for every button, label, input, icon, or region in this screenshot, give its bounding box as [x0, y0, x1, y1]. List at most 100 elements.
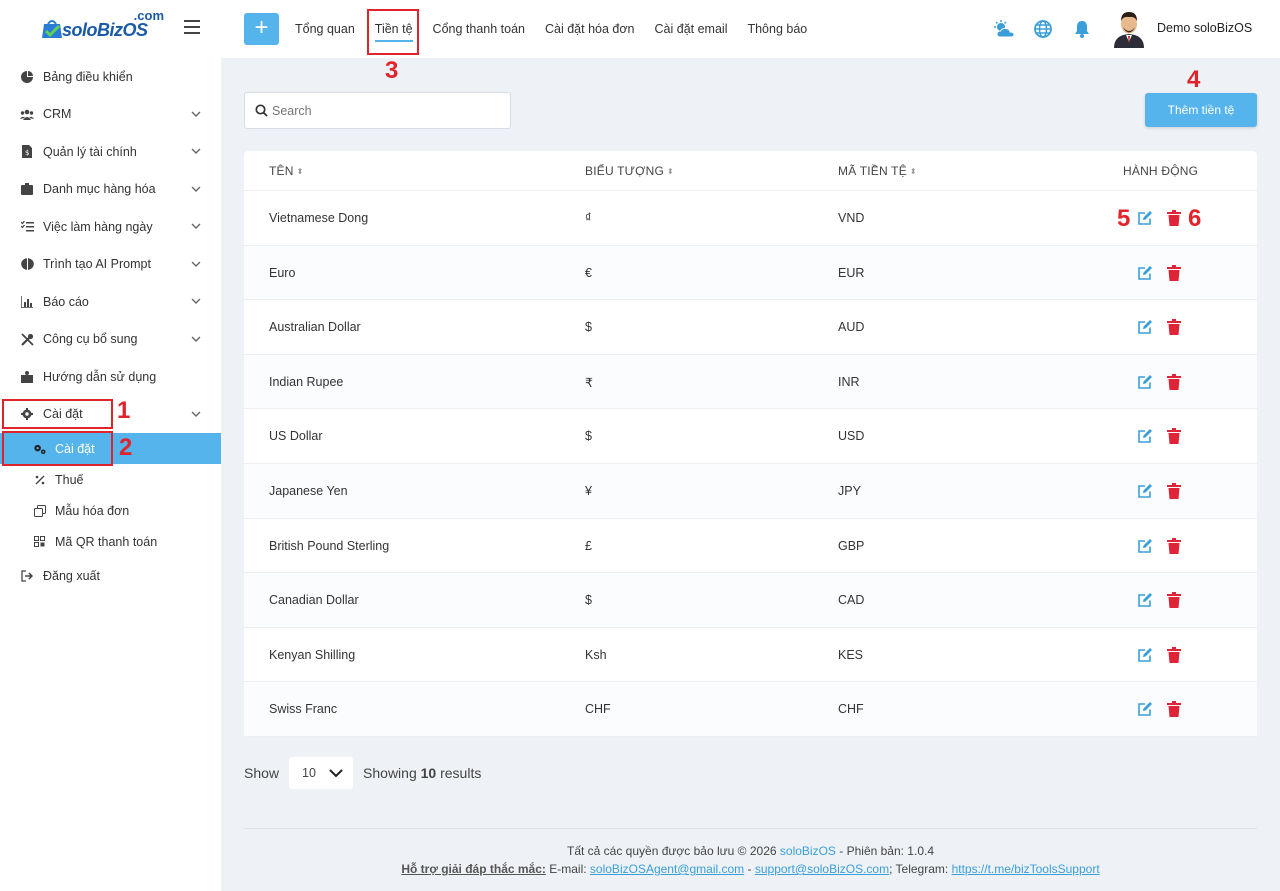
sort-icon: ⬍	[909, 167, 917, 176]
sidebar-item-crm[interactable]: CRM	[0, 96, 221, 134]
search-input[interactable]	[272, 99, 502, 123]
top-icons	[993, 19, 1110, 39]
globe-icon[interactable]	[1032, 19, 1054, 39]
table-row: Vietnamese Dong ₫ VND	[244, 191, 1257, 246]
currency-name: Vietnamese Dong	[269, 211, 369, 225]
sidebar-subitem-invoice-templates[interactable]: Mẫu hóa đơn	[0, 495, 221, 526]
table-row: Japanese Yen ¥ JPY	[244, 463, 1257, 519]
sidebar-item-ai-prompt[interactable]: Trình tạo AI Prompt	[0, 246, 221, 284]
users-icon	[20, 107, 34, 121]
search-box[interactable]	[244, 92, 511, 129]
delete-icon[interactable]	[1167, 210, 1183, 226]
column-header-code[interactable]: MÃ TIỀN TỆ ⬍	[838, 164, 917, 178]
pagination-bar: Show 10 Showing 10 results	[244, 757, 481, 789]
telegram-link[interactable]: https://t.me/bizToolsSupport	[952, 862, 1100, 876]
annotation-number: 1	[117, 397, 131, 424]
chevron-down-icon	[191, 148, 201, 154]
chevron-down-icon	[191, 261, 201, 267]
delete-icon[interactable]	[1167, 646, 1183, 663]
currency-name: Australian Dollar	[269, 320, 361, 335]
currency-code: VND	[838, 211, 865, 225]
delete-icon[interactable]	[1167, 428, 1183, 445]
currency-symbol: Ksh	[585, 647, 607, 662]
logout-icon	[20, 569, 34, 583]
edit-icon[interactable]	[1137, 428, 1153, 444]
sidebar-item-daily-tasks[interactable]: Việc làm hàng ngày	[0, 208, 221, 246]
tab-email-settings[interactable]: Cài đặt email	[655, 22, 728, 36]
page-size-value: 10	[302, 766, 316, 780]
edit-icon[interactable]	[1137, 319, 1153, 335]
edit-icon[interactable]	[1137, 592, 1153, 608]
edit-icon[interactable]	[1137, 483, 1153, 499]
footer-divider	[244, 828, 1257, 829]
sidebar-item-logout[interactable]: Đăng xuất	[0, 557, 221, 595]
tab-overview[interactable]: Tổng quan	[295, 22, 355, 36]
weather-icon[interactable]	[993, 19, 1015, 39]
edit-icon[interactable]	[1137, 374, 1153, 390]
column-header-symbol[interactable]: BIỂU TƯỢNG ⬍	[585, 164, 674, 178]
annotation-box-settings	[2, 399, 113, 429]
currency-symbol: £	[585, 538, 592, 553]
sidebar-item-label: Việc làm hàng ngày	[43, 219, 153, 234]
chevron-down-icon	[191, 111, 201, 117]
table-row: US Dollar $ USD	[244, 409, 1257, 464]
support-email-1[interactable]: soloBizOSAgent@gmail.com	[590, 862, 744, 876]
edit-icon[interactable]	[1137, 701, 1153, 717]
user-menu[interactable]: Demo soloBizOS	[1111, 8, 1252, 48]
sidebar-item-tools[interactable]: Công cụ bổ sung	[0, 321, 221, 359]
tab-payment-gateway[interactable]: Cổng thanh toán	[433, 22, 525, 36]
box-icon	[20, 182, 34, 196]
chevron-down-icon	[191, 298, 201, 304]
footer-brand-link[interactable]: soloBizOS	[780, 844, 836, 858]
brand-logo[interactable]: .com soloBizOS	[40, 8, 170, 44]
delete-icon[interactable]	[1167, 482, 1183, 499]
chevron-down-icon	[191, 186, 201, 192]
delete-icon[interactable]	[1167, 373, 1183, 390]
sidebar-subitem-label: Mã QR thanh toán	[55, 534, 158, 549]
delete-icon[interactable]	[1167, 592, 1183, 609]
annotation-number: 6	[1188, 205, 1202, 232]
percent-icon	[33, 473, 46, 486]
bell-icon[interactable]	[1071, 19, 1093, 39]
column-header-name[interactable]: TÊN ⬍	[269, 164, 304, 178]
sidebar-item-products[interactable]: Danh mục hàng hóa	[0, 171, 221, 209]
table-row: Swiss Franc CHF CHF	[244, 682, 1257, 737]
currency-name: Euro	[269, 265, 296, 280]
sidebar-item-finance[interactable]: $ Quản lý tài chính	[0, 133, 221, 171]
sidebar-subitem-qr[interactable]: Mã QR thanh toán	[0, 526, 221, 557]
currency-name: Swiss Franc	[269, 702, 338, 717]
support-email-2[interactable]: support@soloBizOS.com	[755, 862, 889, 876]
add-currency-button[interactable]: Thêm tiền tệ	[1145, 93, 1257, 127]
currency-symbol: €	[585, 265, 592, 280]
sidebar-item-dashboard[interactable]: Bảng điều khiển	[0, 58, 221, 96]
tab-notifications[interactable]: Thông báo	[747, 22, 807, 36]
currency-symbol: $	[585, 429, 592, 444]
sidebar-item-reports[interactable]: Báo cáo	[0, 283, 221, 321]
support-label: Hỗ trợ giải đáp thắc mắc:	[401, 862, 546, 876]
edit-icon[interactable]	[1137, 647, 1153, 663]
edit-icon[interactable]	[1137, 210, 1153, 226]
sidebar-subitem-tax[interactable]: Thuế	[0, 464, 221, 495]
annotation-number: 3	[385, 57, 399, 84]
quick-add-button[interactable]: +	[244, 13, 279, 45]
menu-toggle-icon[interactable]	[184, 20, 200, 34]
delete-icon[interactable]	[1167, 264, 1183, 281]
delete-icon[interactable]	[1167, 537, 1183, 554]
edit-icon[interactable]	[1137, 265, 1153, 281]
edit-icon[interactable]	[1137, 538, 1153, 554]
sidebar-item-label: Danh mục hàng hóa	[43, 182, 156, 197]
currency-symbol: ₫	[585, 211, 592, 225]
delete-icon[interactable]	[1167, 319, 1183, 336]
delete-icon[interactable]	[1167, 701, 1183, 718]
currency-symbol: CHF	[585, 702, 611, 717]
tab-invoice-settings[interactable]: Cài đặt hóa đơn	[545, 22, 635, 36]
tasks-icon	[20, 220, 34, 234]
currency-name: Kenyan Shilling	[269, 647, 356, 662]
table-body: Vietnamese Dong ₫ VND Euro € EUR Australian Do…	[244, 191, 1257, 737]
avatar	[1114, 12, 1144, 48]
page-size-select[interactable]: 10	[289, 757, 354, 789]
sort-icon: ⬍	[667, 167, 674, 176]
sidebar-item-label: Báo cáo	[43, 294, 89, 309]
sidebar-item-label: CRM	[43, 107, 72, 122]
sidebar-item-guide[interactable]: Hướng dẫn sử dụng	[0, 358, 221, 396]
